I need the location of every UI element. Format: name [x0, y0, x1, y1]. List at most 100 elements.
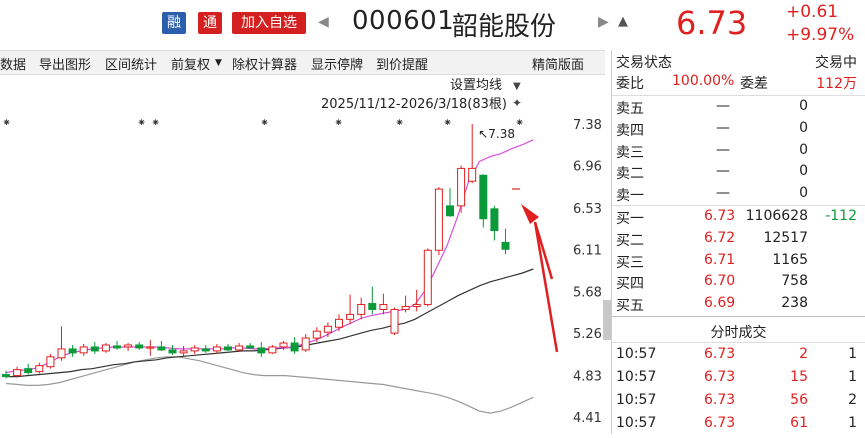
candle-up[interactable]	[57, 348, 66, 359]
toolbar-layout[interactable]: 精简版面	[532, 54, 584, 73]
toolbar-exright-calc[interactable]: 除权计算器	[232, 54, 297, 73]
candle-up[interactable]	[323, 325, 332, 333]
candle-up[interactable]	[212, 346, 221, 352]
candle-up[interactable]	[46, 356, 55, 368]
candle-up[interactable]	[301, 337, 310, 351]
candle-up[interactable]	[312, 330, 321, 339]
buy-level-row[interactable]: 买三 6.71 1165	[612, 250, 865, 272]
connect-badge[interactable]: 通	[198, 12, 222, 34]
candle-down[interactable]	[68, 348, 77, 354]
candle-up[interactable]	[79, 346, 88, 354]
candle-down[interactable]	[2, 374, 10, 378]
candle-down[interactable]	[24, 368, 33, 374]
sell-level-row[interactable]: 卖二 — 0	[612, 161, 865, 183]
candle-down[interactable]	[368, 303, 377, 310]
candle-down[interactable]	[290, 342, 299, 352]
tick-row[interactable]: 10:57 6.73 56 2	[612, 390, 865, 412]
candle-down[interactable]	[490, 208, 499, 232]
candle-up[interactable]	[190, 347, 199, 352]
candle-up[interactable]	[179, 350, 188, 354]
candle-down[interactable]	[257, 347, 266, 354]
tick-row[interactable]: 10:57 6.73 15 1	[612, 367, 865, 389]
buy-level-row[interactable]: 买五 6.69 238	[612, 293, 865, 315]
toolbar-data[interactable]: 数据	[0, 54, 26, 73]
candle-down[interactable]	[224, 346, 232, 351]
tick-row[interactable]: 10:57 6.73 61 1	[612, 413, 865, 435]
candle-up[interactable]	[390, 308, 399, 334]
candle-up[interactable]	[457, 167, 466, 207]
kline-chart[interactable]: ↖7.38 7.38 6.96 6.53 6.11 5.68 5.26 4.83 4.41 设…	[0, 74, 605, 434]
sell-level-row[interactable]: 卖一 — 0	[612, 183, 865, 205]
margin-badge[interactable]: 融	[162, 12, 186, 34]
candle-down[interactable]	[90, 346, 99, 352]
pin-icon[interactable]: ✦	[512, 96, 522, 110]
event-marker-icon[interactable]: ⁕	[515, 116, 524, 129]
event-marker-icon[interactable]: ⁕	[151, 116, 160, 129]
buy-level-row[interactable]: 买四 6.70 758	[612, 271, 865, 293]
sell-level-row[interactable]: 卖四 — 0	[612, 118, 865, 140]
event-marker-icon[interactable]: ⁕	[137, 116, 146, 129]
tick-price: 6.73	[704, 392, 736, 408]
sell-level-volume: 0	[799, 185, 808, 202]
buy-level-row[interactable]: 买二 6.72 12517	[612, 228, 865, 250]
caret-down-icon[interactable]: ▼	[215, 58, 222, 68]
y-tick-label: 5.68	[573, 286, 602, 301]
chevron-right-icon[interactable]: ▶	[598, 14, 609, 30]
candle-up[interactable]	[346, 313, 355, 320]
chevron-left-icon[interactable]: ◀	[318, 14, 329, 30]
ma-setting-button[interactable]: 设置均线	[450, 78, 502, 93]
candle-up[interactable]	[101, 344, 110, 352]
candle-up[interactable]	[13, 369, 22, 377]
candle-up[interactable]	[423, 249, 432, 306]
event-marker-icon[interactable]: ⁕	[395, 116, 404, 129]
candle-up[interactable]	[434, 188, 443, 251]
event-marker-icon[interactable]: ⁕	[260, 116, 269, 129]
candle-up[interactable]	[124, 344, 133, 348]
toolbar-restore[interactable]: 前复权	[171, 54, 210, 73]
sell-level-label: 卖五	[616, 101, 644, 117]
chart-scroll-handle[interactable]	[603, 300, 611, 340]
sell-level-row[interactable]: 卖三 — 0	[612, 140, 865, 162]
candle-up[interactable]	[379, 304, 388, 310]
toolbar-price-alert[interactable]: 到价提醒	[376, 54, 428, 73]
buy-level-row[interactable]: 买一 6.73 1106628 -112	[612, 206, 865, 228]
event-marker-icon[interactable]: ⁕	[443, 116, 452, 129]
candle-down[interactable]	[157, 346, 166, 351]
buy-level-label: 买一	[616, 211, 644, 227]
candle-up[interactable]	[357, 304, 366, 315]
candle-up[interactable]	[412, 304, 421, 308]
event-marker-icon[interactable]: ⁕	[2, 116, 11, 129]
sell-level-row[interactable]: 卖五 — 0	[612, 96, 865, 118]
candle-down[interactable]	[201, 348, 210, 352]
candle-down[interactable]	[479, 174, 488, 220]
candle-down[interactable]	[501, 241, 510, 250]
candle-up[interactable]	[235, 345, 244, 351]
candle-up[interactable]	[35, 365, 44, 373]
candle-down[interactable]	[168, 349, 177, 354]
tick-row[interactable]: 10:57 6.73 2 1	[612, 344, 865, 366]
kline-chart-area[interactable]: ↖7.38 7.38 6.96 6.53 6.11 5.68 5.26 4.83 4.41 设…	[0, 74, 605, 434]
toolbar-show-suspend[interactable]: 显示停牌	[311, 54, 363, 73]
bell-icon[interactable]: ▲	[618, 14, 628, 29]
candle-down[interactable]	[135, 344, 144, 349]
sell-level-label: 卖四	[616, 122, 644, 139]
caret-down-icon[interactable]: ▼	[513, 81, 521, 92]
candle-up[interactable]	[335, 318, 343, 328]
annotation-arrow-line	[533, 221, 559, 353]
candle-up[interactable]	[468, 167, 477, 182]
event-marker-icon[interactable]: ⁕	[334, 116, 343, 129]
candle-down[interactable]	[113, 345, 121, 349]
buy-level-price: 6.70	[704, 273, 736, 290]
candle-down[interactable]	[446, 205, 454, 217]
candle-up[interactable]	[279, 342, 288, 348]
quote-header: 融 通 加入自选 ◀ 000601 韶能股份 ▶ ▲ 6.73 +0.61 +9…	[0, 0, 865, 50]
candle-up[interactable]	[401, 306, 410, 310]
candle-up[interactable]	[268, 346, 277, 354]
toolbar-range-stats[interactable]: 区间统计	[105, 54, 157, 73]
candle-up[interactable]	[146, 346, 155, 349]
toolbar-export[interactable]: 导出图形	[39, 54, 91, 73]
add-watchlist-button[interactable]: 加入自选	[232, 12, 306, 34]
stock-code: 000601	[352, 6, 455, 36]
weicha-value: 112万	[816, 76, 857, 92]
candle-down[interactable]	[246, 345, 255, 349]
